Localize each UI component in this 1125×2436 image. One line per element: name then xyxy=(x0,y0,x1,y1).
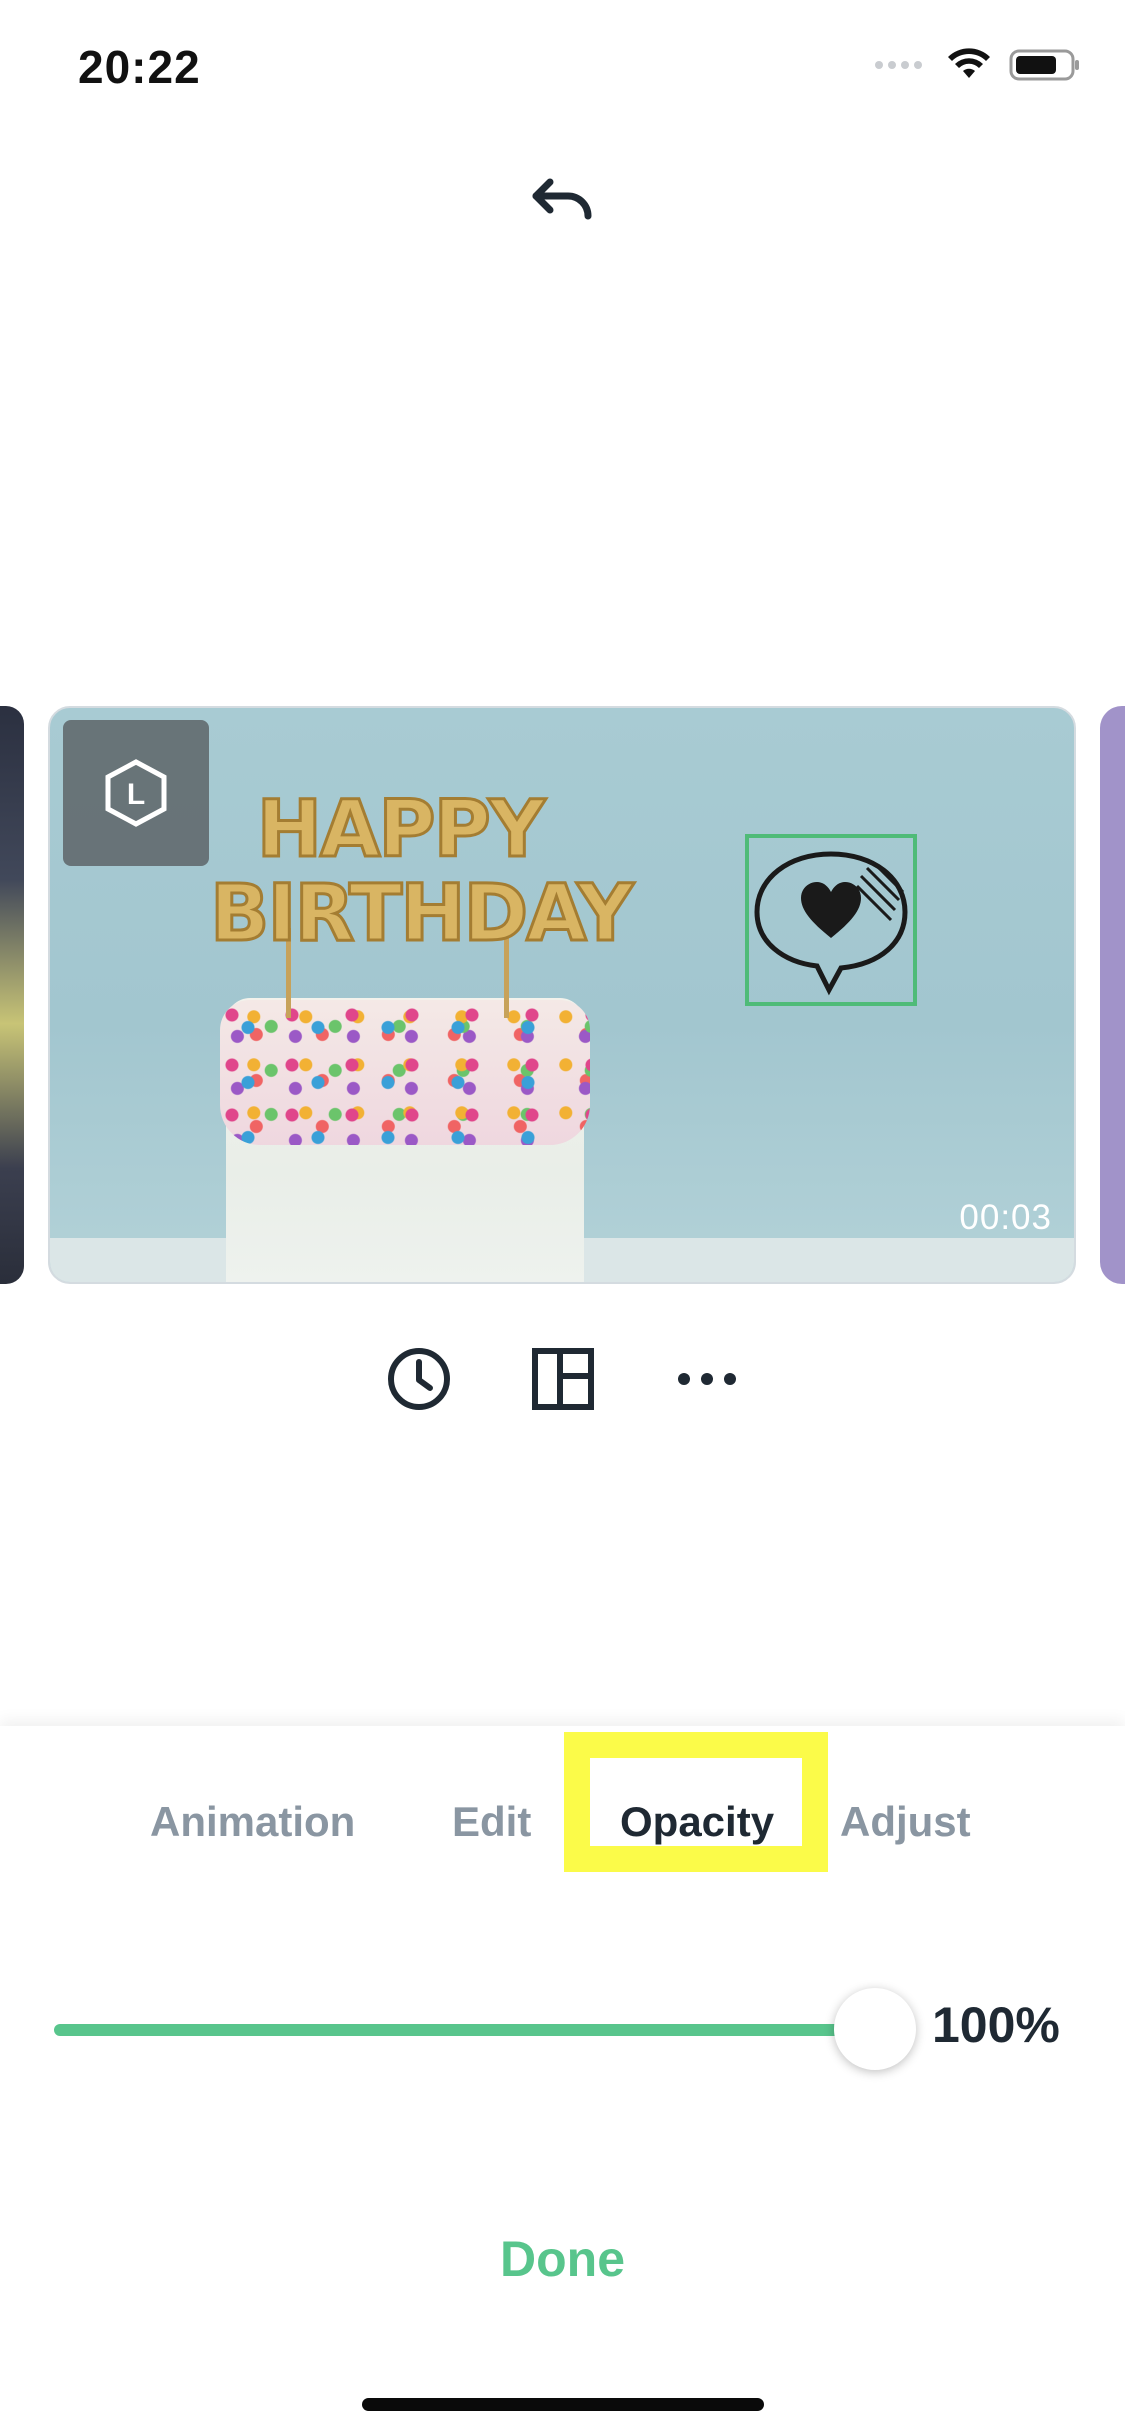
tab-bar: Animation Edit Opacity Adjust xyxy=(0,1782,1125,1862)
opacity-slider-track[interactable] xyxy=(54,2024,876,2036)
more-options-button[interactable] xyxy=(672,1344,742,1414)
cellular-signal-icon xyxy=(875,61,922,69)
home-indicator xyxy=(362,2398,764,2411)
balloon-text-top: HAPPY xyxy=(255,785,546,875)
status-icons xyxy=(873,48,1081,82)
duration-button[interactable] xyxy=(384,1344,454,1414)
slide-preview[interactable]: HAPPY BIRTHDAY L 00:03 xyxy=(48,706,1076,1284)
tab-opacity[interactable]: Opacity xyxy=(620,1782,774,1862)
birthday-balloon-letters: HAPPY BIRTHDAY xyxy=(209,785,636,959)
layout-icon xyxy=(531,1348,594,1410)
status-time: 20:22 xyxy=(78,41,201,93)
logo-letter: L xyxy=(127,778,145,811)
next-slide-thumbnail[interactable] xyxy=(1100,706,1125,1284)
more-icon xyxy=(677,1373,736,1385)
balloon-text-bottom: BIRTHDAY xyxy=(209,869,636,959)
logo-badge-button[interactable]: L xyxy=(63,720,209,866)
previous-slide-thumbnail[interactable] xyxy=(0,706,24,1284)
opacity-panel: Animation Edit Opacity Adjust 100% Done xyxy=(0,1726,1125,2436)
undo-icon xyxy=(532,178,592,220)
opacity-slider-thumb[interactable] xyxy=(834,1988,916,2070)
slide-duration: 00:03 xyxy=(959,1198,1052,1237)
cake-sprinkles xyxy=(220,1000,590,1145)
tab-edit[interactable]: Edit xyxy=(452,1782,531,1862)
clock-icon xyxy=(387,1348,450,1410)
layout-button[interactable] xyxy=(528,1344,598,1414)
tab-animation[interactable]: Animation xyxy=(150,1782,355,1862)
slide-toolbar xyxy=(0,1344,1125,1414)
done-button[interactable]: Done xyxy=(0,2230,1125,2288)
wifi-icon xyxy=(948,48,990,78)
tab-adjust[interactable]: Adjust xyxy=(840,1782,971,1862)
battery-icon xyxy=(1009,49,1079,81)
opacity-value: 100% xyxy=(932,1997,1060,2053)
heart-speech-bubble-icon xyxy=(754,851,908,996)
hexagon-logo-icon: L xyxy=(105,759,167,827)
selected-sticker[interactable] xyxy=(745,834,917,1006)
undo-button[interactable] xyxy=(528,168,598,228)
